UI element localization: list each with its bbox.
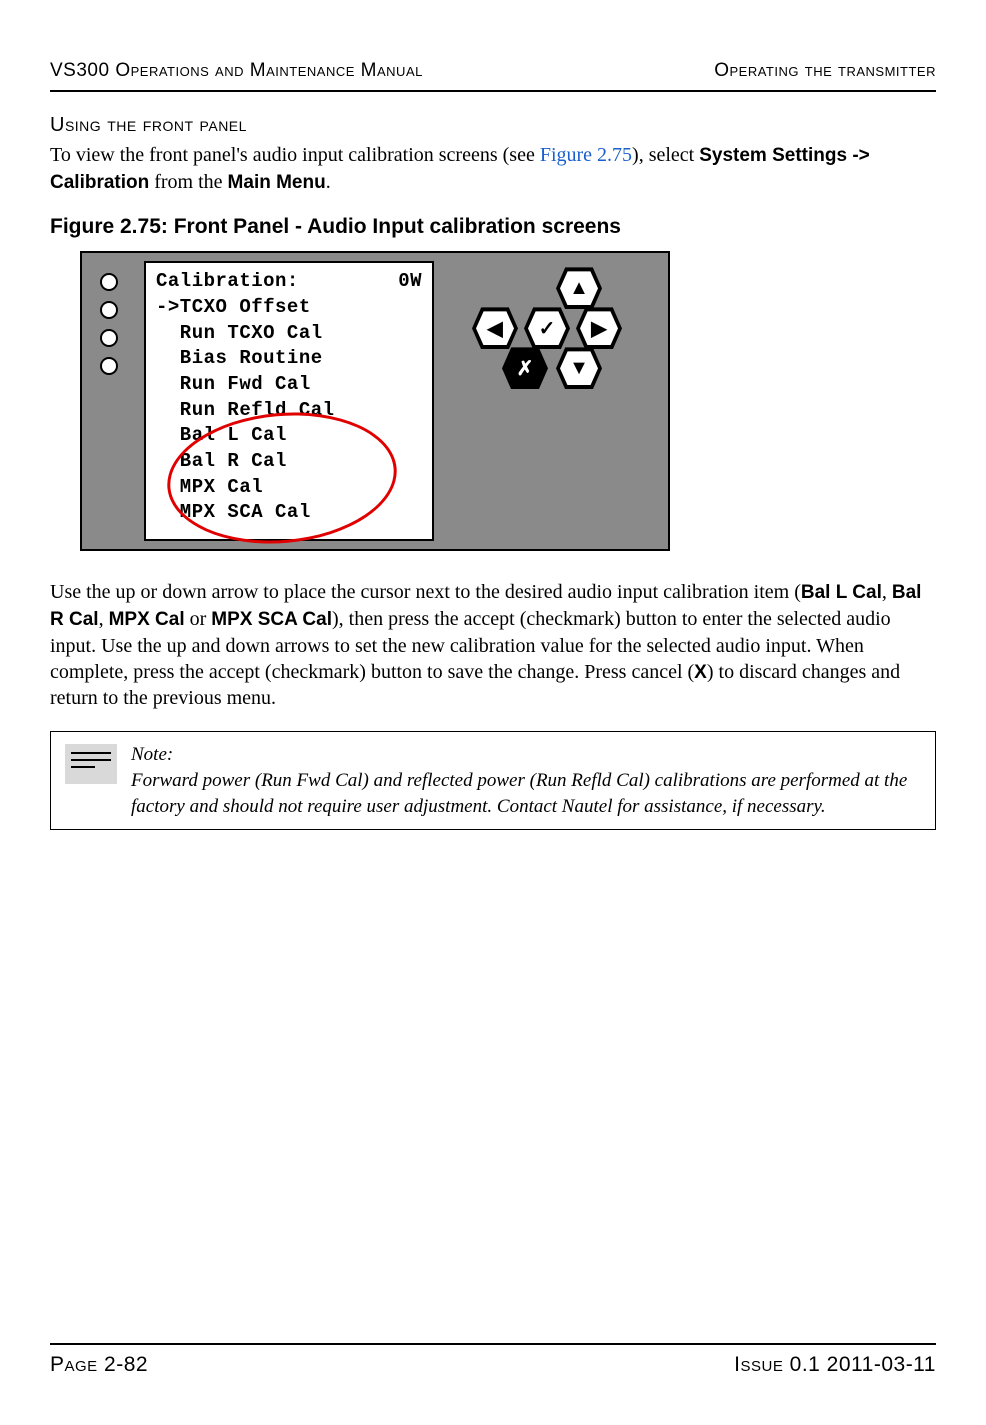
up-button[interactable]: ▲ (556, 267, 602, 309)
footer-rule (50, 1343, 936, 1345)
lcd-item: Bias Routine (156, 346, 422, 372)
lcd-item: Run Fwd Cal (156, 372, 422, 398)
main-menu-label: Main Menu (228, 172, 326, 193)
lcd-title: Calibration: (156, 269, 299, 295)
note-text: Note: Forward power (Run Fwd Cal) and re… (131, 742, 921, 819)
lcd-item: ->TCXO Offset (156, 295, 422, 321)
cal-bal-l: Bal L Cal (801, 582, 882, 603)
dpad: ▲ ◀ ✓ ▶ ✗ ▼ (472, 267, 646, 389)
led-indicator (100, 273, 118, 291)
instruction-paragraph: Use the up or down arrow to place the cu… (50, 579, 936, 711)
lcd-item: MPX Cal (156, 475, 422, 501)
led-indicator (100, 301, 118, 319)
lcd-item: Bal L Cal (156, 423, 422, 449)
up-arrow-icon: ▲ (569, 277, 589, 300)
figure-reference-link[interactable]: Figure 2.75 (540, 144, 632, 166)
sep: , (882, 581, 892, 603)
right-button[interactable]: ▶ (576, 307, 622, 349)
cancel-icon: ✗ (517, 356, 534, 381)
intro-text-a: To view the front panel's audio input ca… (50, 144, 540, 166)
led-column (100, 273, 118, 375)
led-indicator (100, 357, 118, 375)
intro-text-b: ), select (632, 144, 699, 166)
lcd-item: Run TCXO Cal (156, 321, 422, 347)
front-panel: Calibration: 0W ->TCXO Offset Run TCXO C… (80, 251, 670, 551)
cal-mpx: MPX Cal (109, 609, 185, 630)
intro-text-c: from the (149, 171, 227, 193)
header-rule (50, 90, 936, 92)
checkmark-icon: ✓ (539, 316, 556, 341)
down-arrow-icon: ▼ (569, 357, 589, 380)
note-body: Forward power (Run Fwd Cal) and reflecte… (131, 770, 907, 817)
issue-date: Issue 0.1 2011-03-11 (734, 1353, 936, 1377)
header-left: VS300 Operations and Maintenance Manual (50, 60, 423, 82)
left-button[interactable]: ◀ (472, 307, 518, 349)
note-box: Note: Forward power (Run Fwd Cal) and re… (50, 731, 936, 830)
note-icon (65, 744, 117, 784)
lcd-item: Run Refld Cal (156, 398, 422, 424)
page-header: VS300 Operations and Maintenance Manual … (50, 60, 936, 90)
lcd-item: MPX SCA Cal (156, 500, 422, 526)
lcd-item: Bal R Cal (156, 449, 422, 475)
x-key: X (694, 662, 707, 683)
left-arrow-icon: ◀ (487, 316, 502, 341)
page-footer: Page 2-82 Issue 0.1 2011-03-11 (50, 1343, 936, 1377)
right-arrow-icon: ▶ (591, 316, 606, 341)
header-right: Operating the transmitter (714, 60, 936, 82)
note-label: Note: (131, 742, 921, 768)
intro-text-d: . (326, 171, 331, 193)
sep: , (99, 608, 109, 630)
led-indicator (100, 329, 118, 347)
accept-button[interactable]: ✓ (524, 307, 570, 349)
lcd-power: 0W (398, 269, 422, 295)
sep: or (185, 608, 212, 630)
lcd-screen: Calibration: 0W ->TCXO Offset Run TCXO C… (144, 261, 434, 541)
cancel-button[interactable]: ✗ (502, 347, 548, 389)
down-button[interactable]: ▼ (556, 347, 602, 389)
cal-mpx-sca: MPX SCA Cal (211, 609, 332, 630)
page-number: Page 2-82 (50, 1353, 148, 1377)
p2-a: Use the up or down arrow to place the cu… (50, 581, 801, 603)
intro-paragraph: To view the front panel's audio input ca… (50, 142, 936, 195)
section-heading: Using the front panel (50, 114, 936, 137)
figure-wrap: Calibration: 0W ->TCXO Offset Run TCXO C… (50, 251, 936, 551)
figure-title: Figure 2.75: Front Panel - Audio Input c… (50, 215, 936, 239)
